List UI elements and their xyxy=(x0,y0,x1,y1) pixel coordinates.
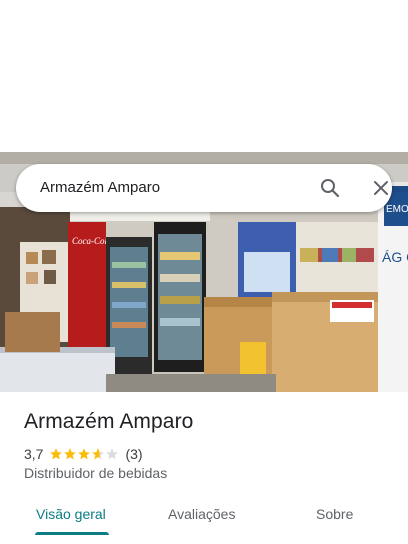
place-category: Distribuidor de bebidas xyxy=(24,465,168,481)
rating-value: 3,7 xyxy=(24,446,44,462)
star-icon xyxy=(78,448,91,460)
tab-reviews[interactable]: Avaliações xyxy=(168,506,235,522)
place-title: Armazém Amparo xyxy=(24,410,194,433)
rating-row[interactable]: 3,7 (3) xyxy=(24,445,143,463)
tab-overview[interactable]: Visão geral xyxy=(36,506,106,522)
star-icon xyxy=(64,448,77,460)
photo-right-sign: ÁG GE xyxy=(382,249,408,265)
search-icon[interactable] xyxy=(318,176,342,200)
star-half-icon xyxy=(92,448,105,460)
search-input[interactable]: Armazém Amparo xyxy=(40,179,160,196)
close-icon[interactable] xyxy=(369,176,393,200)
star-icon xyxy=(50,448,63,460)
star-empty-icon xyxy=(106,448,119,460)
tab-about[interactable]: Sobre xyxy=(316,506,353,522)
active-tab-indicator xyxy=(35,532,109,535)
rating-stars xyxy=(49,447,119,461)
map-blank-area xyxy=(0,0,408,152)
place-tabs: Visão geral Avaliações Sobre xyxy=(0,496,408,544)
coca-sign: Coca-Cola xyxy=(72,236,112,246)
photo-top-sign: EMO xyxy=(386,204,408,215)
search-bar[interactable]: Armazém Amparo xyxy=(16,164,392,212)
review-count[interactable]: (3) xyxy=(125,446,142,462)
